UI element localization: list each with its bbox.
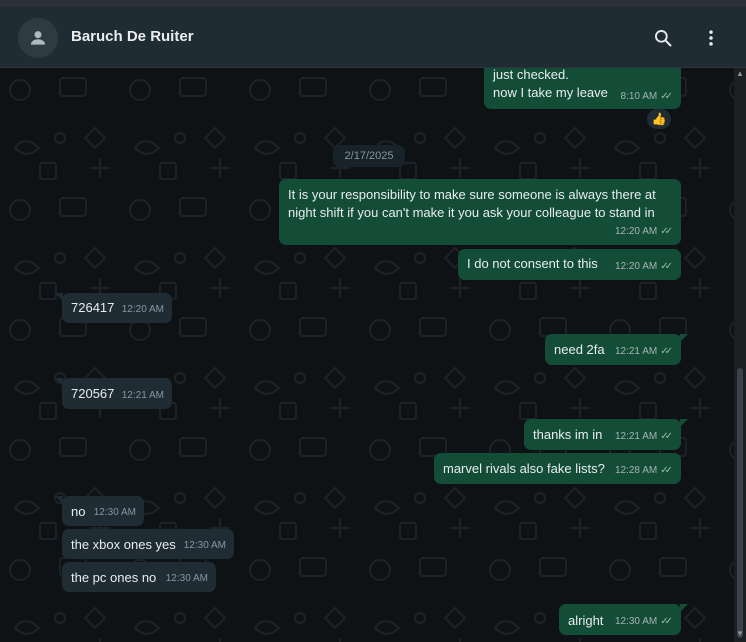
- message-text: marvel rivals also fake lists?: [443, 461, 605, 476]
- chat-header: Baruch De Ruiter: [0, 7, 746, 68]
- message-time: 12:20 AM: [121, 304, 164, 315]
- message-time: 12:30 AM: [93, 507, 136, 518]
- message-bubble-outgoing[interactable]: just checked. now I take my leave 8:10 A…: [484, 68, 681, 109]
- message-text: now I take my leave: [493, 85, 608, 100]
- message-time: 12:30 AM: [165, 573, 208, 584]
- message-text: I do not consent to this: [467, 256, 598, 271]
- menu-button[interactable]: [696, 23, 726, 53]
- message-text: It is your responsibility to make sure s…: [288, 187, 656, 202]
- message-text: 726417: [71, 300, 115, 315]
- message-text: need 2fa: [554, 342, 605, 357]
- message-text: 720567: [71, 386, 115, 401]
- scroll-up-arrow-icon[interactable]: ▲: [736, 70, 744, 78]
- message-bubble-incoming[interactable]: 726417 12:20 AM: [55, 293, 172, 323]
- message-time: 12:30 AM: [183, 540, 226, 551]
- date-separator: 2/17/2025: [333, 145, 405, 167]
- message-time: 12:30 AM: [614, 616, 658, 627]
- message-bubble-outgoing[interactable]: marvel rivals also fake lists? 12:28 AM ✓…: [434, 453, 681, 484]
- double-check-icon: ✓✓: [660, 261, 673, 272]
- message-bubble-outgoing[interactable]: thanks im in 12:21 AM ✓✓: [524, 419, 688, 450]
- message-bubble-outgoing[interactable]: need 2fa 12:21 AM ✓✓: [545, 334, 688, 365]
- message-time: 12:20 AM: [614, 226, 658, 237]
- message-bubble-incoming[interactable]: no 12:30 AM: [55, 496, 144, 526]
- message-time: 12:21 AM: [121, 390, 164, 401]
- reaction-badge[interactable]: 👍: [647, 109, 671, 129]
- message-text: the xbox ones yes: [71, 537, 176, 552]
- double-check-icon: ✓✓: [660, 465, 673, 476]
- contact-avatar[interactable]: [18, 18, 58, 58]
- double-check-icon: ✓✓: [660, 226, 673, 237]
- message-list[interactable]: just checked. now I take my leave 8:10 A…: [0, 68, 734, 642]
- search-icon: [655, 30, 672, 47]
- message-time: 12:21 AM: [614, 346, 658, 357]
- message-time: 8:10 AM: [620, 91, 658, 102]
- message-bubble-incoming[interactable]: the xbox ones yes 12:30 AM: [62, 529, 234, 559]
- message-text: thanks im in: [533, 427, 603, 442]
- kebab-menu-icon: [709, 30, 713, 46]
- double-check-icon: ✓✓: [660, 346, 673, 357]
- message-bubble-incoming[interactable]: 720567 12:21 AM: [55, 378, 172, 409]
- message-bubble-outgoing[interactable]: alright 12:30 AM ✓✓: [559, 604, 688, 635]
- double-check-icon: ✓✓: [660, 431, 673, 442]
- double-check-icon: ✓✓: [660, 616, 673, 627]
- message-time: 12:28 AM: [614, 465, 658, 476]
- message-text: no: [71, 504, 86, 519]
- message-bubble-outgoing[interactable]: I do not consent to this 12:20 AM ✓✓: [458, 249, 681, 280]
- scroll-down-arrow-icon[interactable]: ▼: [736, 630, 744, 638]
- contact-name[interactable]: Baruch De Ruiter: [71, 28, 194, 45]
- chat-scrollbar[interactable]: ▲ ▼: [734, 68, 746, 642]
- window-top-strip: [0, 0, 746, 7]
- message-text: alright: [568, 613, 604, 628]
- message-bubble-outgoing[interactable]: It is your responsibility to make sure s…: [279, 179, 681, 245]
- search-button[interactable]: [648, 23, 678, 53]
- message-bubble-incoming[interactable]: the pc ones no 12:30 AM: [62, 562, 216, 592]
- message-time: 12:21 AM: [614, 431, 658, 442]
- message-text: night shift if you can't make it you ask…: [288, 205, 655, 220]
- message-text: just checked.: [493, 68, 569, 82]
- message-time: 12:20 AM: [614, 261, 658, 272]
- message-text: the pc ones no: [71, 570, 157, 585]
- scrollbar-thumb[interactable]: [737, 368, 743, 638]
- person-icon: [30, 31, 46, 45]
- double-check-icon: ✓✓: [660, 91, 673, 102]
